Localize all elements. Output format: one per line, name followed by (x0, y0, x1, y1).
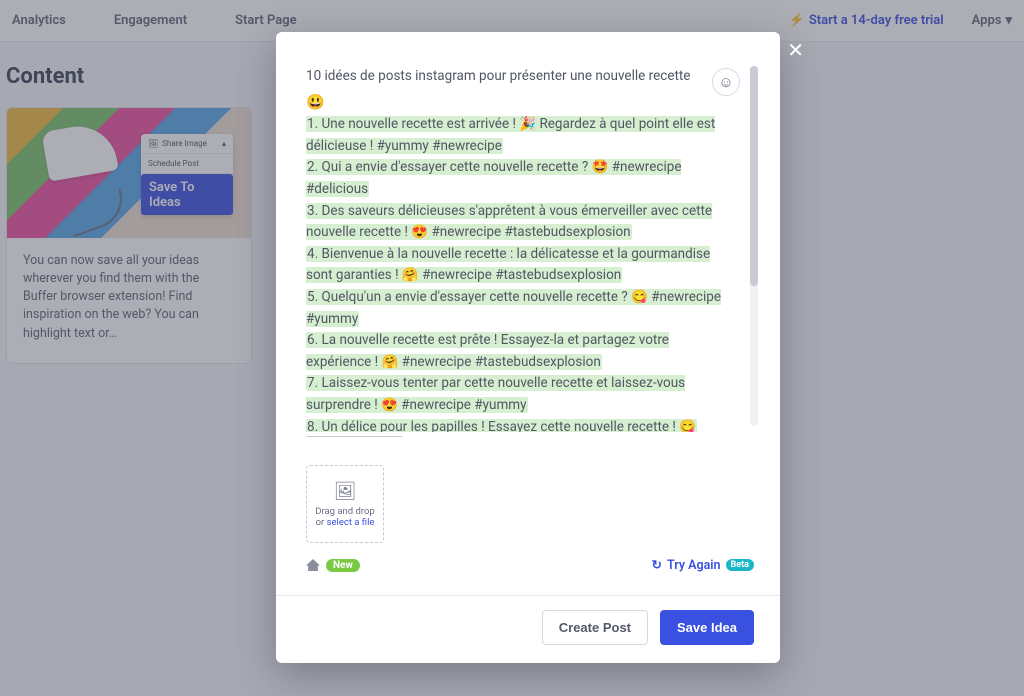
new-badge: New (326, 559, 360, 572)
idea-line: 6. La nouvelle recette est prête ! Essay… (306, 332, 669, 370)
try-again-button[interactable]: ↻ Try Again Beta (651, 557, 754, 573)
beta-badge: Beta (726, 559, 754, 571)
idea-line: 3. Des saveurs délicieuses s'apprêtent à… (306, 203, 712, 241)
editor-scrollbar[interactable] (750, 66, 758, 426)
idea-modal: ✕ ☺ 10 idées de posts instagram pour pré… (276, 32, 780, 663)
idea-line: 1. Une nouvelle recette est arrivée ! 🎉 … (306, 116, 715, 154)
refresh-icon: ↻ (651, 557, 661, 573)
idea-line: 7. Laissez-vous tenter par cette nouvell… (306, 375, 685, 413)
try-again-label: Try Again (667, 558, 721, 573)
emoji-icon: ☺ (718, 73, 733, 91)
idea-line: 8. Un délice pour les papilles ! Essayez… (306, 419, 697, 433)
idea-line: 4. Bienvenue à la nouvelle recette : la … (306, 246, 710, 284)
image-icon: 🖼 (334, 481, 357, 502)
close-icon[interactable]: ✕ (787, 38, 804, 62)
save-idea-button[interactable]: Save Idea (660, 610, 754, 645)
intro-emoji: 😃 (306, 93, 325, 111)
editor-intro: 10 idées de posts instagram pour présent… (306, 66, 726, 88)
emoji-picker-button[interactable]: ☺ (712, 68, 740, 96)
modal-divider (276, 595, 780, 596)
integrations-icon[interactable] (306, 559, 320, 571)
upload-text: Drag and drop or select a file (315, 506, 375, 528)
idea-line: 2. Qui a envie d'essayer cette nouvelle … (306, 159, 681, 197)
create-post-button[interactable]: Create Post (542, 610, 648, 645)
idea-line: 5. Quelqu'un a envie d'essayer cette nou… (306, 289, 721, 327)
select-file-link[interactable]: select a file (327, 517, 375, 528)
editor-underline (306, 436, 402, 437)
idea-editor[interactable]: 10 idées de posts instagram pour présent… (306, 66, 760, 432)
upload-dropzone[interactable]: 🖼 Drag and drop or select a file (306, 465, 384, 543)
